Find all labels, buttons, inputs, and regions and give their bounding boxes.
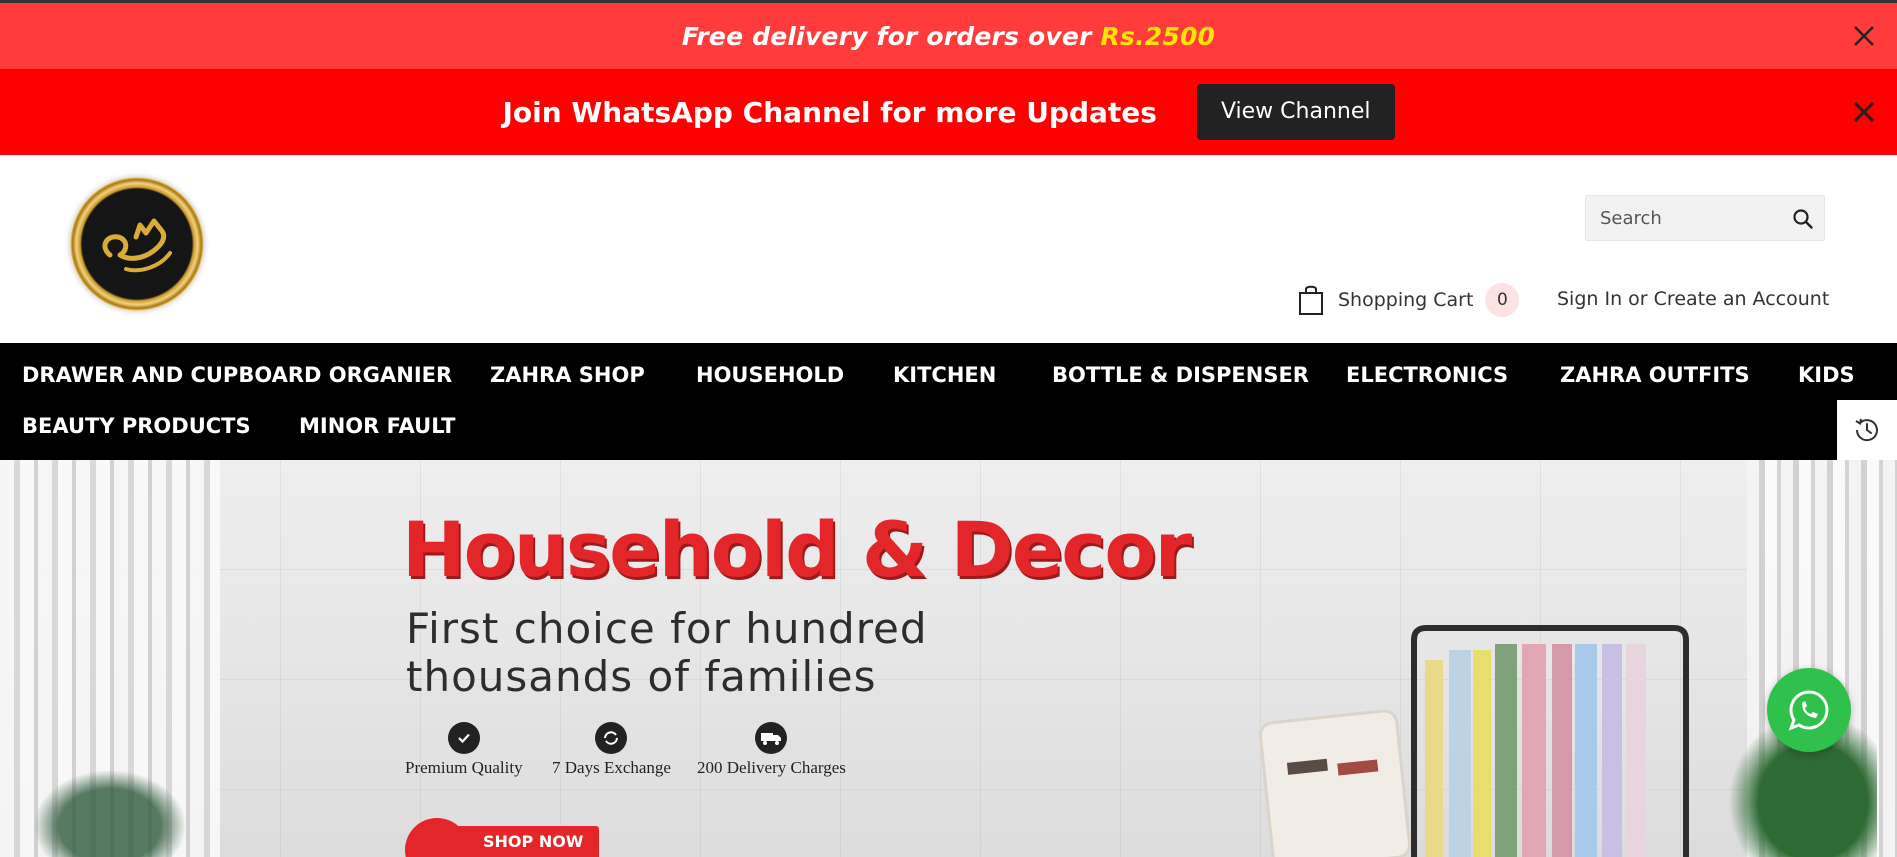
cart-count-badge: 0: [1485, 283, 1520, 317]
nav-item-kitchen[interactable]: KITCHEN: [893, 363, 996, 387]
feature-label: 7 Days Exchange: [552, 758, 671, 777]
hero-subtitle: First choice for hundred thousands of fa…: [406, 605, 928, 701]
feature-label: Premium Quality: [405, 758, 523, 777]
hero-subtitle-line-2: thousands of families: [406, 652, 877, 701]
nav-item-electronics[interactable]: ELECTRONICS: [1346, 363, 1508, 387]
whatsapp-channel-text: Join WhatsApp Channel for more Updates: [502, 95, 1157, 129]
search-icon: [1793, 209, 1813, 229]
search-input[interactable]: [1586, 207, 1776, 229]
history-icon: [1855, 418, 1878, 442]
recently-viewed-button[interactable]: [1837, 400, 1897, 460]
shop-now-label: SHOP NOW: [455, 826, 600, 857]
feature-exchange: 7 Days Exchange: [552, 722, 671, 778]
whatsapp-chat-button[interactable]: [1767, 668, 1851, 752]
search-box: [1585, 195, 1825, 241]
main-navigation: DRAWER AND CUPBOARD ORGANIER ZAHRA SHOP …: [0, 343, 1897, 460]
account-links: Sign In or Create an Account: [1557, 288, 1829, 310]
hero-subtitle-line-1: First choice for hundred: [406, 604, 928, 653]
cart-label: Shopping Cart: [1338, 289, 1474, 311]
close-announcement-button[interactable]: [1851, 23, 1877, 49]
free-delivery-text: Free delivery for orders over Rs.2500: [682, 22, 1215, 51]
create-account-link[interactable]: Create an Account: [1654, 288, 1830, 310]
appliance-image: [1257, 708, 1413, 857]
free-delivery-amount: Rs.2500: [1100, 21, 1216, 51]
nav-item-beauty-products[interactable]: BEAUTY PRODUCTS: [22, 414, 251, 438]
shopping-bag-icon: [1299, 285, 1323, 315]
exchange-icon: [595, 722, 628, 754]
whatsapp-icon: [1788, 690, 1829, 731]
whatsapp-channel-bar: Join WhatsApp Channel for more Updates V…: [0, 69, 1897, 155]
nav-item-bottle-dispenser[interactable]: BOTTLE & DISPENSER: [1052, 363, 1309, 387]
feature-delivery: 200 Delivery Charges: [697, 722, 846, 778]
feature-label: 200 Delivery Charges: [697, 758, 846, 777]
free-delivery-bar: Free delivery for orders over Rs.2500: [0, 3, 1897, 69]
view-channel-button[interactable]: View Channel: [1196, 84, 1395, 140]
nav-item-household[interactable]: HOUSEHOLD: [696, 363, 844, 387]
nav-item-kids[interactable]: KIDS: [1798, 363, 1855, 387]
delivery-truck-icon: [755, 722, 788, 754]
nav-row-2: BEAUTY PRODUCTS MINOR FAULT: [0, 406, 1897, 446]
nav-item-zahra-shop[interactable]: ZAHRA SHOP: [490, 363, 645, 387]
site-header: Shopping Cart 0 Sign In or Create an Acc…: [0, 155, 1897, 343]
sign-in-link[interactable]: Sign In: [1557, 288, 1622, 310]
hero-title: Household & Decor: [402, 505, 1192, 594]
badge-icon: [447, 722, 480, 754]
shopping-cart-link[interactable]: Shopping Cart 0: [1298, 282, 1520, 318]
close-icon: [1853, 101, 1875, 123]
nav-item-minor-fault[interactable]: MINOR FAULT: [299, 414, 455, 438]
plant-left-image: [20, 760, 200, 857]
nav-row-1: DRAWER AND CUPBOARD ORGANIER ZAHRA SHOP …: [0, 355, 1897, 395]
zahra-logo[interactable]: [70, 177, 204, 311]
search-button[interactable]: [1792, 208, 1814, 230]
close-whatsapp-bar-button[interactable]: [1851, 99, 1877, 125]
logo-mark-icon: [102, 218, 172, 273]
close-icon: [1854, 26, 1874, 46]
nav-item-drawer-organizer[interactable]: DRAWER AND CUPBOARD ORGANIER: [22, 363, 452, 387]
clothes-rack-image: [1411, 625, 1689, 857]
nav-item-zahra-outfits[interactable]: ZAHRA OUTFITS: [1560, 363, 1750, 387]
hero-banner[interactable]: Household & Decor First choice for hundr…: [0, 460, 1897, 857]
free-delivery-label: Free delivery for orders over: [681, 21, 1101, 51]
feature-premium-quality: Premium Quality: [405, 722, 523, 778]
account-or-text: or: [1622, 288, 1654, 310]
